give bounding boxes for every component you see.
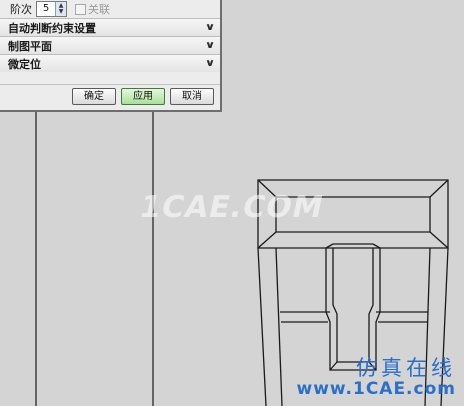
associative-label: 关联 (88, 3, 110, 16)
brand-url: www.1CAE.com (296, 379, 456, 399)
arrow-down-icon[interactable]: ▼ (59, 9, 64, 15)
order-value[interactable]: 5 (37, 2, 55, 16)
order-row: 阶次 5 ▲ ▼ 关联 (0, 0, 220, 18)
order-label: 阶次 (10, 3, 32, 16)
section-fine-positioning[interactable]: 微定位 ∨ (0, 54, 220, 72)
watermark: 1CAE.COM (136, 190, 328, 225)
chevron-down-icon[interactable]: ∨ (202, 58, 218, 69)
associative-option: 关联 (75, 1, 110, 17)
brand-logo: 仿真在线 www.1CAE.com (297, 356, 457, 398)
stepper-arrows[interactable]: ▲ ▼ (55, 2, 66, 16)
section-label: 微定位 (8, 57, 41, 71)
section-drawing-plane[interactable]: 制图平面 ∨ (0, 36, 220, 54)
cad-workspace: 阶次 5 ▲ ▼ 关联 自动判断约束设置 ∨ 制图平面 ∨ 微定位 ∨ 确定 应… (0, 0, 464, 406)
dialog-button-row: 确定 应用 取消 (0, 84, 220, 108)
chevron-down-icon[interactable]: ∨ (202, 40, 218, 51)
section-label: 制图平面 (8, 39, 52, 53)
order-stepper[interactable]: 5 ▲ ▼ (36, 1, 67, 17)
brand-name-cn: 仿真在线 (356, 356, 456, 380)
cancel-button[interactable]: 取消 (170, 88, 214, 105)
chevron-down-icon[interactable]: ∨ (202, 22, 218, 33)
apply-button[interactable]: 应用 (121, 88, 165, 105)
section-label: 自动判断约束设置 (8, 21, 96, 35)
section-auto-constraints[interactable]: 自动判断约束设置 ∨ (0, 18, 220, 36)
associative-checkbox (75, 3, 86, 15)
spline-dialog: 阶次 5 ▲ ▼ 关联 自动判断约束设置 ∨ 制图平面 ∨ 微定位 ∨ 确定 应… (0, 0, 222, 112)
ok-button[interactable]: 确定 (72, 88, 116, 105)
